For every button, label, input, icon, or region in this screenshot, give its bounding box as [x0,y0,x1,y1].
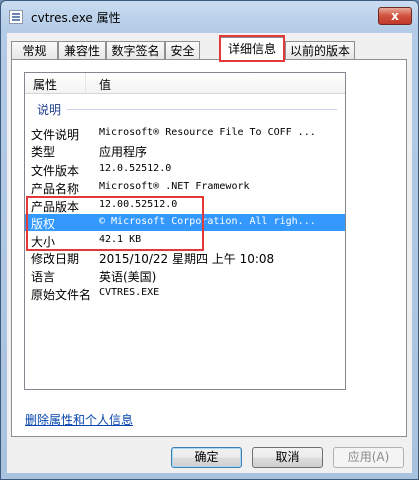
row-value: Microsoft® Resource File To COFF ... [99,127,316,138]
row-key: 文件版本 [31,164,80,178]
column-property[interactable]: 属性 [33,76,57,93]
row-value: 12.0.52512.0 [99,163,172,174]
list-row[interactable]: 修改日期 2015/10/22 星期四 上午 10:08 [25,249,345,266]
row-key: 类型 [31,145,56,159]
row-key: 原始文件名 [31,288,92,302]
version-highlight-annotation [26,196,204,251]
file-icon [9,10,23,24]
list-row[interactable]: 语言 英语(美国) [25,267,345,284]
row-key: 文件说明 [31,128,80,142]
list-header: 属性 值 [25,73,345,94]
row-value: 2015/10/22 星期四 上午 10:08 [99,252,275,266]
column-divider[interactable] [85,73,86,93]
dialog-client: 常规 兼容性 数字签名 安全 详细信息 以前的版本 属性 值 说明 文件说明 M… [7,33,412,473]
tab-digital-signatures[interactable]: 数字签名 [106,41,165,59]
row-key: 修改日期 [31,252,80,266]
tab-previous-versions[interactable]: 以前的版本 [285,41,355,59]
tab-compatibility[interactable]: 兼容性 [58,41,106,59]
details-panel: 属性 值 说明 文件说明 Microsoft® Resource File To… [11,59,407,437]
tab-security[interactable]: 安全 [165,41,200,59]
list-row[interactable]: 产品名称 Microsoft® .NET Framework [25,179,345,196]
list-row[interactable]: 文件说明 Microsoft® Resource File To COFF ..… [25,125,345,142]
list-row[interactable]: 原始文件名 CVTRES.EXE [25,285,345,302]
properties-window: cvtres.exe 属性 x 常规 兼容性 数字签名 安全 详细信息 以前的版… [0,0,419,480]
group-header[interactable]: 说明 [25,101,345,117]
tab-highlight-annotation [219,35,285,62]
row-value: 英语(美国) [99,270,157,284]
row-value: 应用程序 [99,145,148,159]
column-value[interactable]: 值 [99,76,111,93]
row-key: 产品名称 [31,182,80,196]
close-button[interactable]: x [378,7,412,25]
row-value: Microsoft® .NET Framework [99,181,250,192]
group-divider [67,109,337,110]
remove-properties-link[interactable]: 删除属性和个人信息 [25,411,133,428]
apply-button[interactable]: 应用(A) [333,447,404,468]
ok-button[interactable]: 确定 [171,447,242,468]
row-key: 语言 [31,270,56,284]
list-row[interactable]: 文件版本 12.0.52512.0 [25,161,345,178]
title-bar[interactable]: cvtres.exe 属性 x [1,1,418,33]
list-row[interactable]: 类型 应用程序 [25,142,345,159]
tab-general[interactable]: 常规 [11,41,58,59]
group-label: 说明 [37,103,62,117]
cancel-button[interactable]: 取消 [252,447,323,468]
row-value: CVTRES.EXE [99,287,160,298]
window-title: cvtres.exe 属性 [31,11,121,25]
